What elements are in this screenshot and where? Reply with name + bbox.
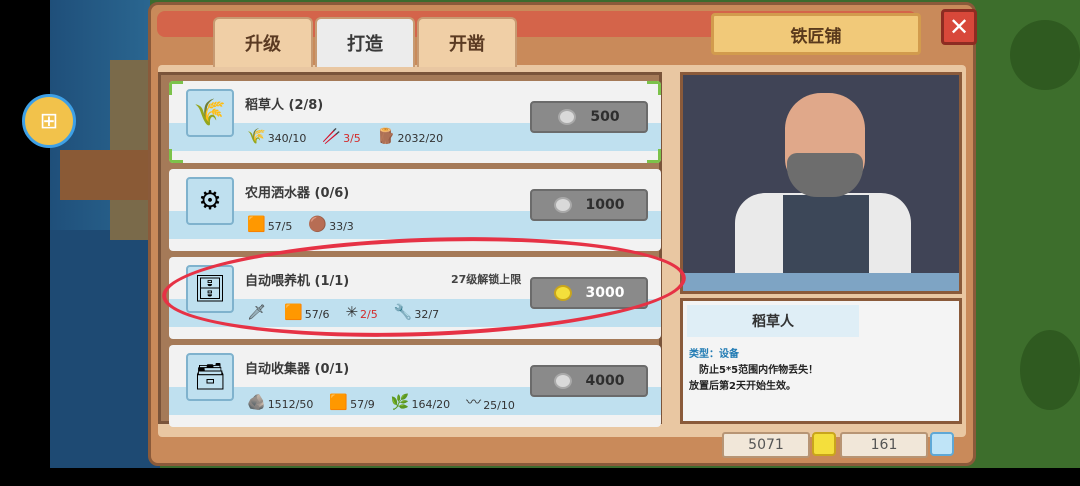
tab-chisel[interactable]: 开凿 bbox=[417, 17, 517, 67]
material-count: 1512/50 bbox=[267, 397, 314, 411]
material-count: 25/10 bbox=[483, 399, 515, 412]
price-button[interactable]: 1000 bbox=[530, 189, 648, 221]
gem-amount: 161 bbox=[870, 437, 898, 453]
tab-upgrade[interactable]: 升级 bbox=[213, 17, 313, 67]
price-button[interactable]: 500 bbox=[530, 101, 648, 133]
price-button[interactable]: 4000 bbox=[530, 365, 648, 397]
material: 🌾 340/10 bbox=[247, 127, 306, 145]
info-title: 稻草人 bbox=[687, 305, 859, 337]
price-value: 500 bbox=[590, 109, 620, 125]
copper-icon: 🟧 bbox=[329, 392, 349, 411]
gem-counter: 161 bbox=[840, 432, 928, 458]
gold-coin-icon[interactable] bbox=[812, 432, 836, 456]
material-count: 3/5 bbox=[343, 132, 361, 145]
material-count: 2032/20 bbox=[397, 132, 444, 145]
list-item[interactable]: 🗃 自动收集器 (0/1) 🪨 1512/50 🟧 57/9 🌿 164/20 〰 25… bbox=[169, 345, 661, 427]
gamepad-button[interactable]: ⊞ bbox=[22, 94, 76, 148]
gem-icon[interactable] bbox=[930, 432, 954, 456]
close-icon: ✕ bbox=[948, 13, 970, 41]
material: 〰 25/10 bbox=[466, 391, 515, 412]
shop-counter bbox=[683, 273, 959, 291]
info-description: 放置后第2天开始生效。 bbox=[689, 381, 796, 392]
sprinkler-icon: ⚙ bbox=[186, 177, 234, 225]
selection-corner bbox=[647, 149, 661, 163]
gold-counter: 5071 bbox=[722, 432, 810, 458]
dock bbox=[60, 150, 150, 200]
material: 🌿 164/20 bbox=[391, 393, 450, 411]
tab-craft[interactable]: 打造 bbox=[315, 17, 415, 67]
ore-icon: 🟤 bbox=[308, 215, 328, 233]
material-count: 340/10 bbox=[267, 132, 307, 145]
rope-icon: 〰 bbox=[466, 393, 482, 411]
copper-icon: 🟧 bbox=[247, 215, 266, 233]
material-list: 🟧 57/5 🟤 33/3 bbox=[247, 215, 354, 233]
info-type: 类型：设备 bbox=[689, 349, 739, 360]
item-info-panel: 稻草人 类型：设备 防止5*5范围内作物丢失！ 放置后第2天开始生效。 bbox=[680, 298, 962, 424]
stick-icon: 🥢 bbox=[322, 127, 342, 145]
material: 🟧 57/5 bbox=[247, 215, 292, 233]
tree bbox=[1010, 20, 1080, 90]
tree bbox=[1020, 330, 1080, 410]
material: 🪨 1512/50 bbox=[247, 393, 313, 411]
silver-coin-icon bbox=[553, 197, 572, 213]
material-count: 57/9 bbox=[350, 397, 375, 411]
silver-coin-icon bbox=[553, 373, 572, 389]
blacksmith-portrait bbox=[680, 72, 962, 294]
water-area-lower bbox=[50, 230, 160, 468]
vine-icon: 🌿 bbox=[390, 392, 410, 411]
collector-icon: 🗃 bbox=[186, 353, 234, 401]
wheat-icon: 🌾 bbox=[247, 127, 266, 145]
close-button[interactable]: ✕ bbox=[941, 9, 977, 45]
material: 🪵 2032/20 bbox=[377, 127, 443, 145]
scarecrow-icon: 🌾 bbox=[186, 89, 234, 137]
price-value: 1000 bbox=[585, 197, 625, 213]
item-name: 自动收集器 (0/1) bbox=[245, 362, 350, 377]
material-count: 164/20 bbox=[411, 397, 451, 411]
material: 🟧 57/9 bbox=[329, 393, 374, 411]
silver-coin-icon bbox=[558, 109, 577, 125]
selection-corner bbox=[169, 81, 183, 95]
selection-corner bbox=[169, 149, 183, 163]
gold-amount: 5071 bbox=[748, 437, 784, 453]
wood-icon: 🪵 bbox=[376, 127, 396, 145]
gamepad-icon: ⊞ bbox=[39, 108, 59, 134]
shop-title: 铁匠铺 bbox=[711, 13, 921, 55]
price-value: 4000 bbox=[585, 373, 625, 389]
blacksmith-beard bbox=[787, 153, 863, 197]
material-list: 🪨 1512/50 🟧 57/9 🌿 164/20 〰 25/10 bbox=[247, 391, 515, 413]
info-description: 防止5*5范围内作物丢失！ bbox=[699, 365, 819, 376]
material-list: 🌾 340/10 🥢 3/5 🪵 2032/20 bbox=[247, 127, 443, 145]
material-count: 57/5 bbox=[267, 220, 293, 233]
stone-icon: 🪨 bbox=[247, 392, 266, 411]
item-name: 稻草人 (2/8) bbox=[245, 98, 324, 113]
item-name: 农用洒水器 (0/6) bbox=[245, 186, 350, 201]
material: 🥢 3/5 bbox=[322, 127, 360, 145]
material: 🟤 33/3 bbox=[308, 215, 353, 233]
material-count: 33/3 bbox=[329, 220, 354, 233]
list-item[interactable]: 🌾 稻草人 (2/8) 🌾 340/10 🥢 3/5 🪵 2032/20 500 bbox=[169, 81, 661, 163]
selection-corner bbox=[647, 81, 661, 95]
